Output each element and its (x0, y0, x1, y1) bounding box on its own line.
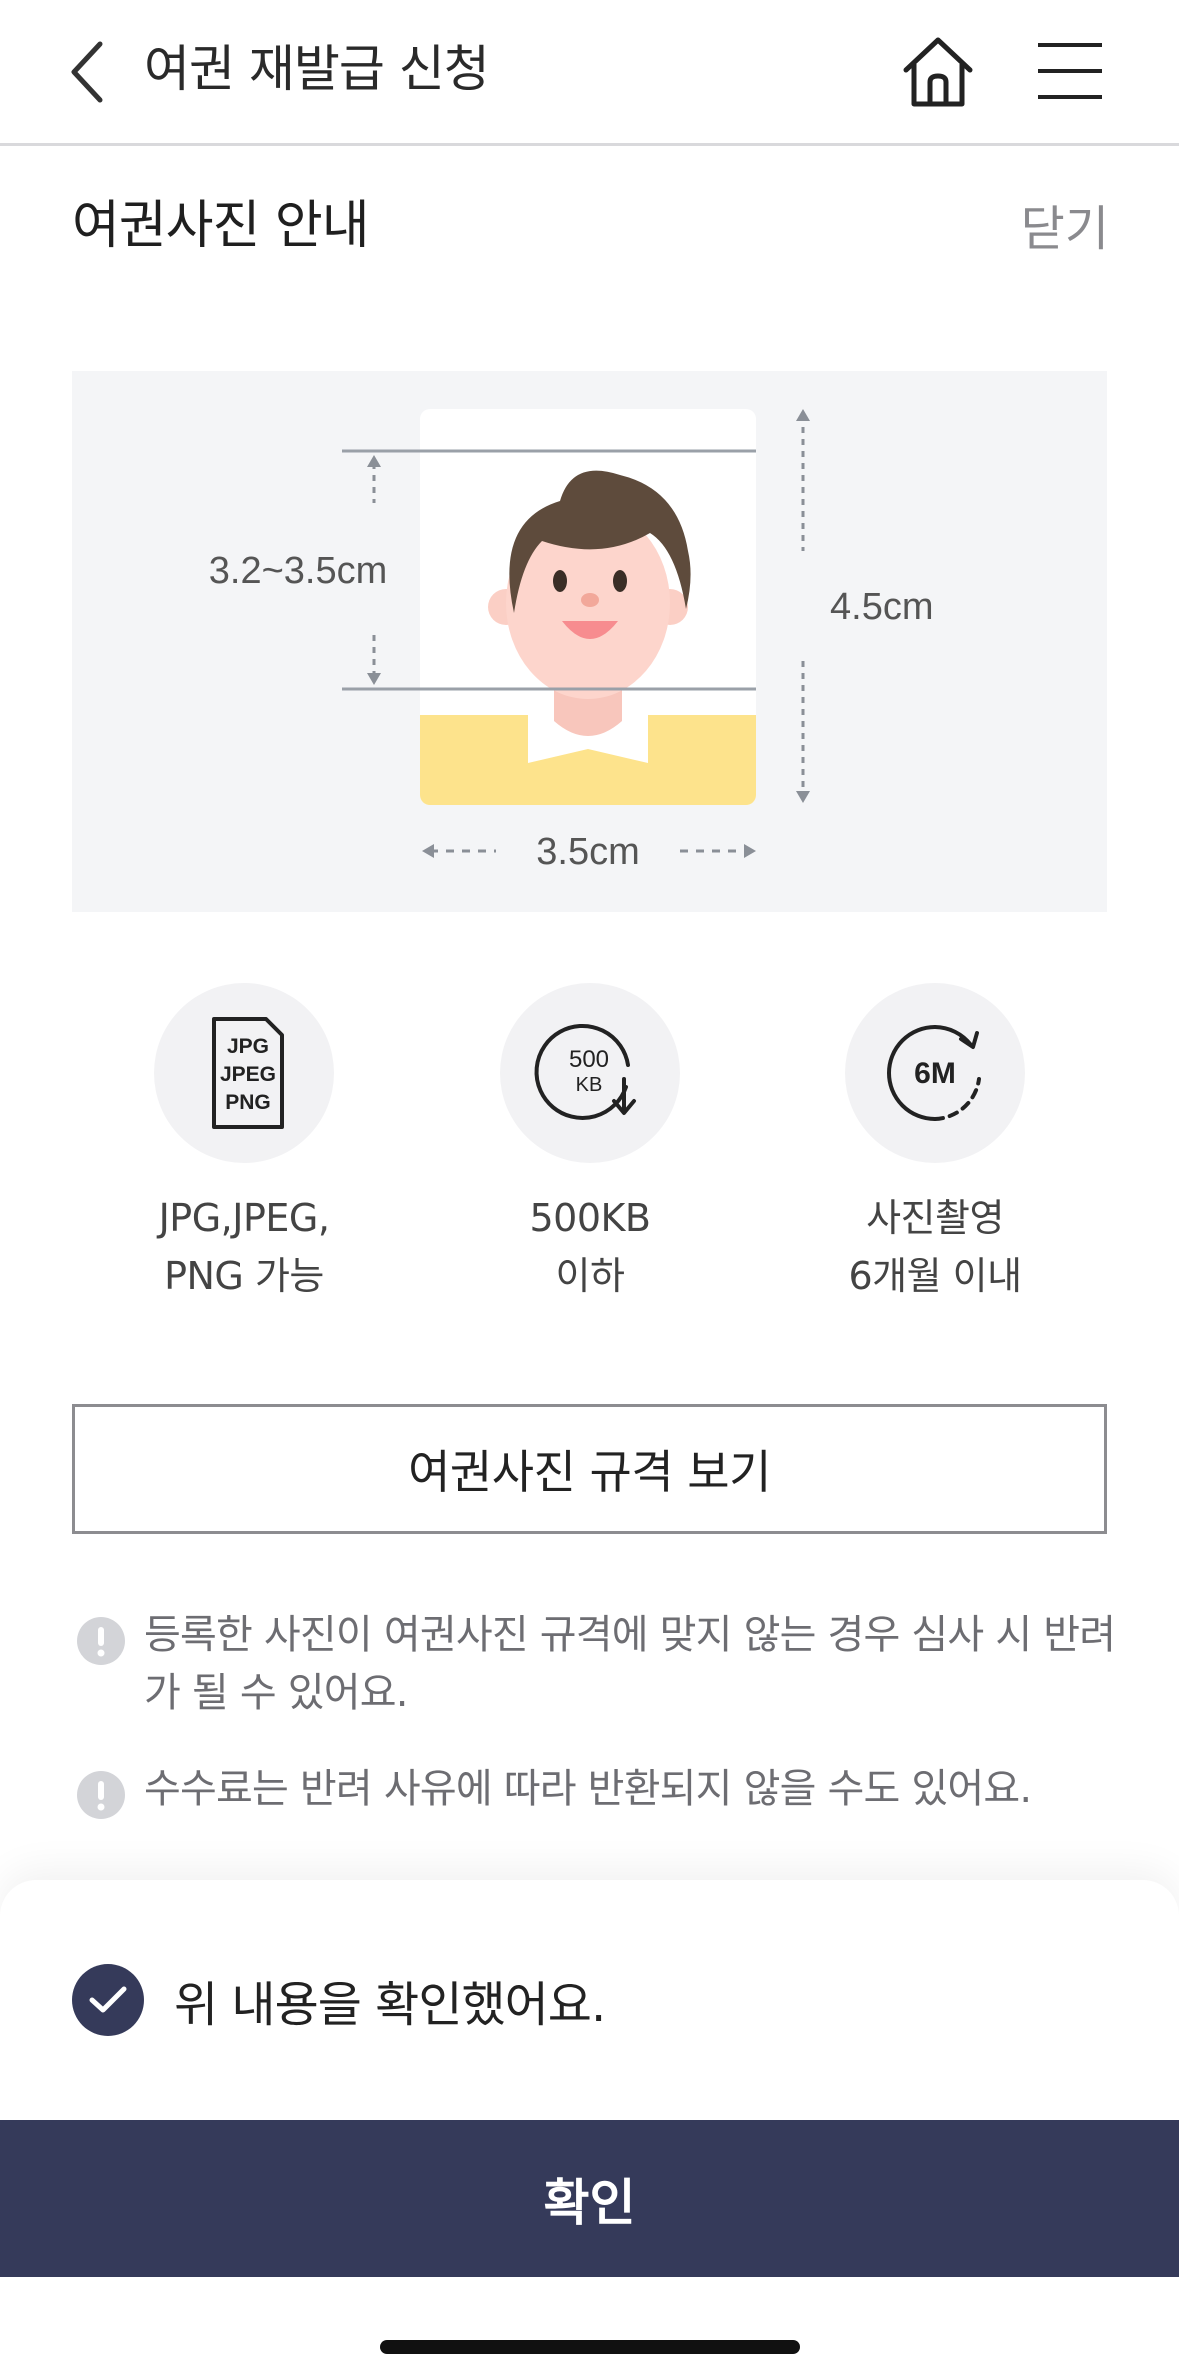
svg-text:KB: KB (576, 1074, 603, 1096)
hamburger-menu-icon (1038, 43, 1102, 99)
file-size-icon-wrap: 500 KB (500, 983, 680, 1163)
spec-label-line2: PNG 가능 (164, 1254, 324, 1298)
spec-label-line1: 사진촬영 (866, 1196, 1004, 1240)
home-button[interactable] (900, 34, 976, 110)
svg-text:JPG: JPG (227, 1035, 269, 1058)
file-format-icon: JPG JPEG PNG (212, 1017, 284, 1129)
confirm-checkbox-label: 위 내용을 확인했어요. (174, 1977, 606, 2033)
passport-photo-diagram: 3.2~3.5cm 4.5cm 3.5cm (72, 371, 1107, 912)
top-app-bar: 여권 재발급 신청 (0, 0, 1179, 146)
checkbox-checked[interactable] (72, 1964, 144, 2036)
spec-label-line1: 500KB (529, 1196, 651, 1240)
svg-text:6M: 6M (914, 1057, 956, 1090)
six-month-icon-wrap: 6M (845, 983, 1025, 1163)
spec-file-format: JPG JPEG PNG JPG,JPEG, PNG 가능 (94, 983, 394, 1305)
spec-label-line1: JPG,JPEG, (158, 1196, 330, 1240)
file-format-icon-wrap: JPG JPEG PNG (154, 983, 334, 1163)
notice-item: 수수료는 반려 사유에 따라 반환되지 않을 수도 있어요. (76, 1760, 1116, 1819)
spec-label-line2: 이하 (555, 1254, 625, 1298)
six-month-icon: 6M (887, 1025, 981, 1121)
confirm-button[interactable]: 확인 (0, 2120, 1179, 2277)
chevron-left-icon (71, 41, 103, 103)
svg-text:PNG: PNG (225, 1091, 271, 1114)
notice-text: 수수료는 반려 사유에 따라 반환되지 않을 수도 있어요. (144, 1766, 1032, 1812)
home-icon (903, 37, 973, 107)
spec-file-size: 500 KB 500KB 이하 (440, 983, 740, 1305)
face-height-label: 3.2~3.5cm (209, 550, 388, 592)
svg-text:JPEG: JPEG (220, 1063, 276, 1086)
view-photo-spec-button[interactable]: 여권사진 규격 보기 (72, 1404, 1107, 1534)
page-title: 여권 재발급 신청 (144, 40, 490, 98)
photo-illustration: 3.2~3.5cm 4.5cm 3.5cm (209, 409, 933, 873)
home-indicator (380, 2340, 800, 2354)
exclamation-icon (77, 1771, 125, 1819)
file-size-icon: 500 KB (534, 1023, 636, 1120)
section-title: 여권사진 안내 (72, 196, 370, 256)
back-button[interactable] (64, 38, 114, 106)
photo-width-label: 3.5cm (536, 831, 639, 873)
photo-height-label: 4.5cm (830, 586, 933, 628)
notice-item: 등록한 사진이 여권사진 규격에 맞지 않는 경우 심사 시 반려가 될 수 있… (76, 1606, 1116, 1722)
close-button[interactable]: 닫기 (1021, 198, 1109, 260)
menu-button[interactable] (1036, 40, 1104, 102)
svg-text:500: 500 (569, 1046, 609, 1073)
spec-photo-date: 6M 사진촬영 6개월 이내 (785, 983, 1085, 1305)
notice-text: 등록한 사진이 여권사진 규격에 맞지 않는 경우 심사 시 반려가 될 수 있… (144, 1612, 1116, 1716)
checkmark-icon (89, 1986, 127, 2013)
spec-label-line2: 6개월 이내 (848, 1254, 1022, 1298)
confirm-checkbox[interactable]: 위 내용을 확인했어요. (72, 1964, 606, 2036)
exclamation-icon (77, 1617, 125, 1665)
